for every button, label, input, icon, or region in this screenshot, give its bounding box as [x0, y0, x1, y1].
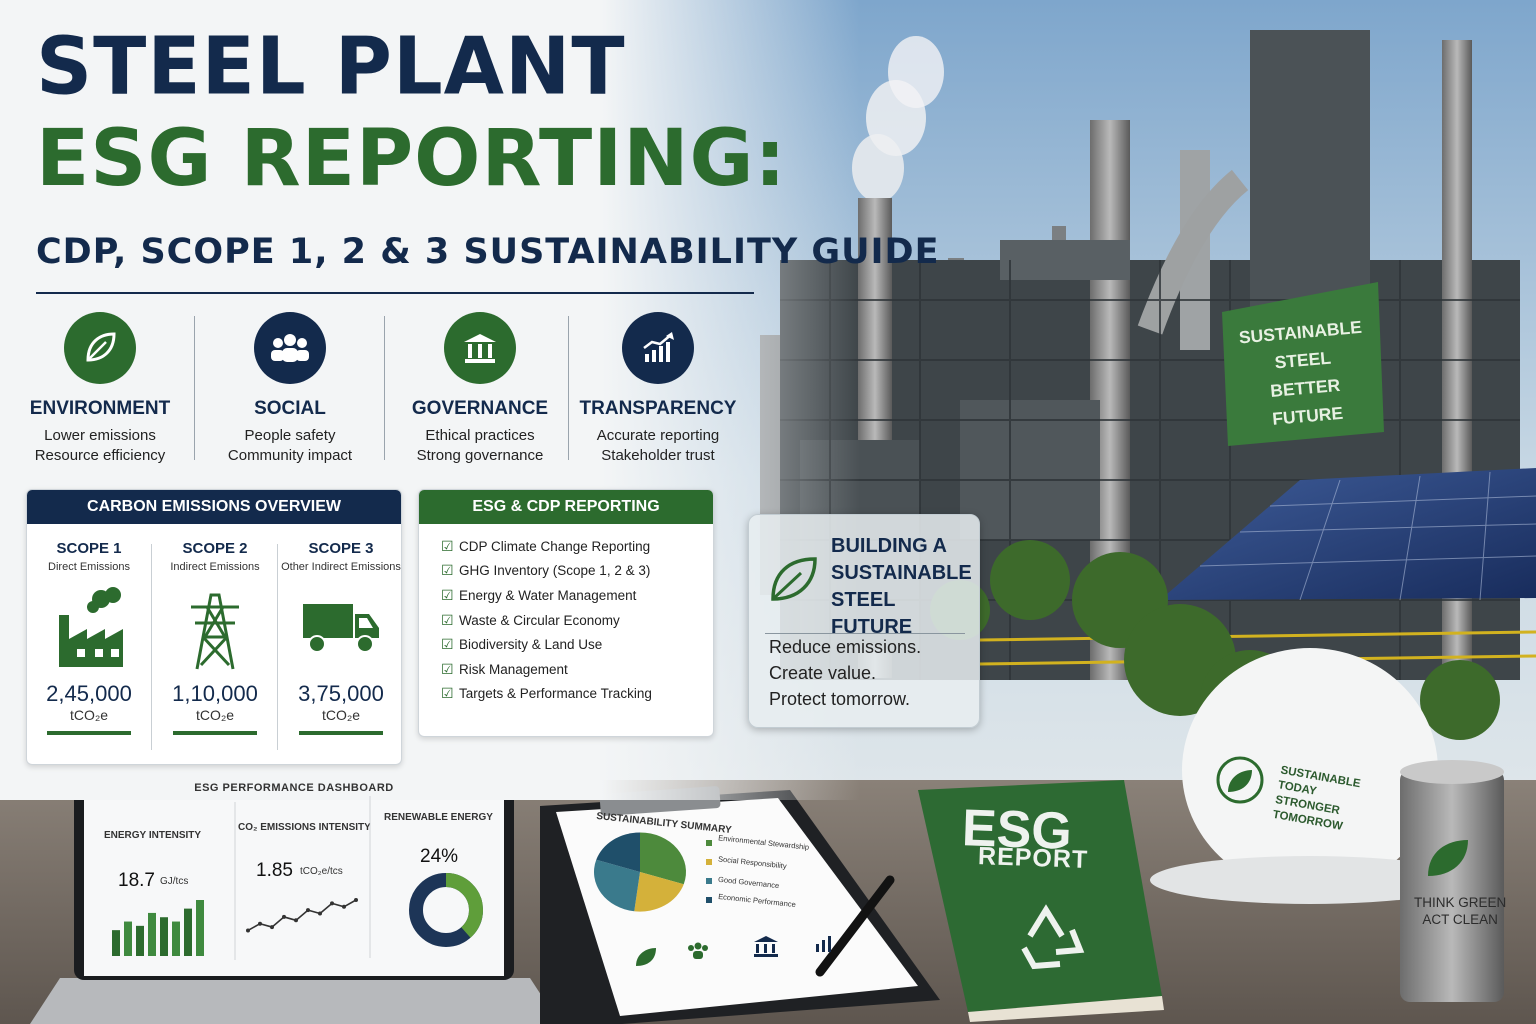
list-item: ☑ Targets & Performance Tracking: [441, 685, 652, 702]
card-heading: ESG & CDP REPORTING FRAMEWORK: [419, 490, 713, 549]
list-item: ☑ Energy & Water Management: [441, 586, 637, 603]
energy-intensity-value: 18.7: [118, 870, 155, 891]
list-item: ☑ Waste & Circular Economy: [441, 611, 620, 628]
factory-icon: [27, 583, 151, 673]
scope-divider: [151, 544, 152, 750]
renewable-energy-label: RENEWABLE ENERGY: [384, 812, 493, 823]
people-icon: [254, 312, 326, 384]
panel-line: Protect tomorrow.: [769, 689, 911, 709]
renewable-energy-value: 24%: [420, 846, 459, 867]
leaf-icon: [765, 551, 821, 612]
pillar-line: Strong governance: [416, 447, 544, 464]
growth-chart-icon: [622, 312, 694, 384]
reporting-framework-card: ESG & CDP REPORTING FRAMEWORK ☑ CDP Clima…: [418, 489, 714, 737]
mug-slogan: THINK GREEN ACT CLEAN: [1414, 895, 1507, 927]
subtitle: CDP, SCOPE 1, 2 & 3 SUSTAINABILITY GUIDE: [36, 232, 940, 272]
checkbox-icon: ☑: [441, 611, 454, 628]
panel-divider: [765, 633, 965, 634]
scope-title: SCOPE 3: [308, 540, 374, 557]
scope-unit: tCO₂e: [69, 707, 109, 723]
checkbox-icon: ☑: [441, 685, 454, 702]
pillar-governance: GOVERNANCE Ethical practices Strong gove…: [390, 312, 570, 466]
scope-2: SCOPE 2 Indirect Emissions 1,10,000 tCO₂…: [153, 540, 277, 735]
scope-subtitle: Direct Emissions: [48, 561, 130, 573]
pillar-line: Stakeholder trust: [601, 447, 715, 464]
pillar-environment: ENVIRONMENT Lower emissions Resource eff…: [10, 312, 190, 466]
pillar-line: Community impact: [227, 447, 353, 464]
pillar-line: Lower emissions: [44, 427, 156, 444]
panel-title: BUILDING A SUSTAINABLE STEEL FUTURE: [831, 535, 972, 638]
scope-3: SCOPE 3 Other Indirect Emissions 3,75,00…: [279, 540, 401, 735]
pillar-line: Ethical practices: [425, 427, 535, 444]
pillar-line: People safety: [244, 427, 336, 444]
energy-intensity-unit: GJ/tcs: [160, 876, 189, 887]
list-item: ☑ GHG Inventory (Scope 1, 2 & 3): [441, 562, 651, 579]
panel-line: Reduce emissions.: [769, 637, 922, 657]
list-item: ☑ Biodiversity & Land Use: [441, 636, 603, 653]
co2-intensity-unit: tCO₂e/tcs: [300, 866, 343, 877]
scope-unit: tCO₂e: [195, 707, 235, 723]
card-heading: CARBON EMISSIONS OVERVIEW: [27, 490, 401, 524]
scope-unit: tCO₂e: [321, 707, 361, 723]
scope-value: 2,45,000: [46, 681, 132, 706]
sustainable-future-panel: BUILDING A SUSTAINABLE STEEL FUTURE Redu…: [748, 514, 980, 728]
book-subtitle: REPORT: [977, 842, 1089, 874]
header-divider: [36, 292, 754, 294]
carbon-emissions-card: CARBON EMISSIONS OVERVIEW SCOPE 1 Direct…: [26, 489, 402, 765]
scope-title: SCOPE 2: [182, 540, 248, 557]
scope-divider: [277, 544, 278, 750]
scope-bar: [299, 731, 383, 735]
co2-intensity-label: CO₂ EMISSIONS INTENSITY: [238, 822, 371, 833]
pillar-title: ENVIRONMENT: [29, 398, 171, 419]
scope-bar: [47, 731, 131, 735]
pillar-line: Resource efficiency: [34, 447, 166, 464]
scope-1: SCOPE 1 Direct Emissions 2,45,000 tCO₂e: [27, 540, 151, 735]
bank-icon: [444, 312, 516, 384]
pillar-transparency: TRANSPARENCY Accurate reporting Stakehol…: [568, 312, 748, 466]
checkbox-icon: ☑: [441, 586, 454, 603]
power-tower-icon: [153, 583, 277, 673]
panel-line: Create value.: [769, 663, 877, 683]
pillar-social: SOCIAL People safety Community impact: [200, 312, 380, 466]
pillar-title: SOCIAL: [254, 398, 326, 419]
scope-subtitle: Other Indirect Emissions: [281, 561, 401, 573]
scope-bar: [173, 731, 257, 735]
list-item: ☑ Risk Management: [441, 660, 568, 677]
energy-intensity-label: ENERGY INTENSITY: [104, 830, 202, 841]
pillar-title: GOVERNANCE: [411, 398, 549, 419]
checkbox-icon: ☑: [441, 636, 454, 653]
scope-value: 1,10,000: [172, 681, 258, 706]
checkbox-icon: ☑: [441, 537, 454, 554]
leaf-icon: [64, 312, 136, 384]
pillar-divider: [384, 316, 385, 460]
title-line-1: STEEL PLANT: [36, 21, 626, 113]
plant-sign: SUSTAINABLE STEEL BETTER FUTURE: [1238, 316, 1363, 429]
pillar-divider: [194, 316, 195, 460]
title-line-2: ESG REPORTING:: [36, 114, 787, 204]
scope-subtitle: Indirect Emissions: [170, 561, 260, 573]
scope-title: SCOPE 1: [56, 540, 122, 557]
framework-list: ☑ CDP Climate Change Reporting ☑ GHG Inven…: [419, 524, 713, 706]
dashboard-title: ESG PERFORMANCE DASHBOARD: [194, 782, 394, 794]
checkbox-icon: ☑: [441, 660, 454, 677]
pillar-line: Accurate reporting: [596, 427, 720, 444]
scope-value: 3,75,000: [298, 681, 384, 706]
pillar-title: TRANSPARENCY: [579, 398, 737, 419]
co2-intensity-value: 1.85: [256, 860, 293, 881]
checkbox-icon: ☑: [441, 562, 454, 579]
truck-icon: [279, 583, 401, 673]
